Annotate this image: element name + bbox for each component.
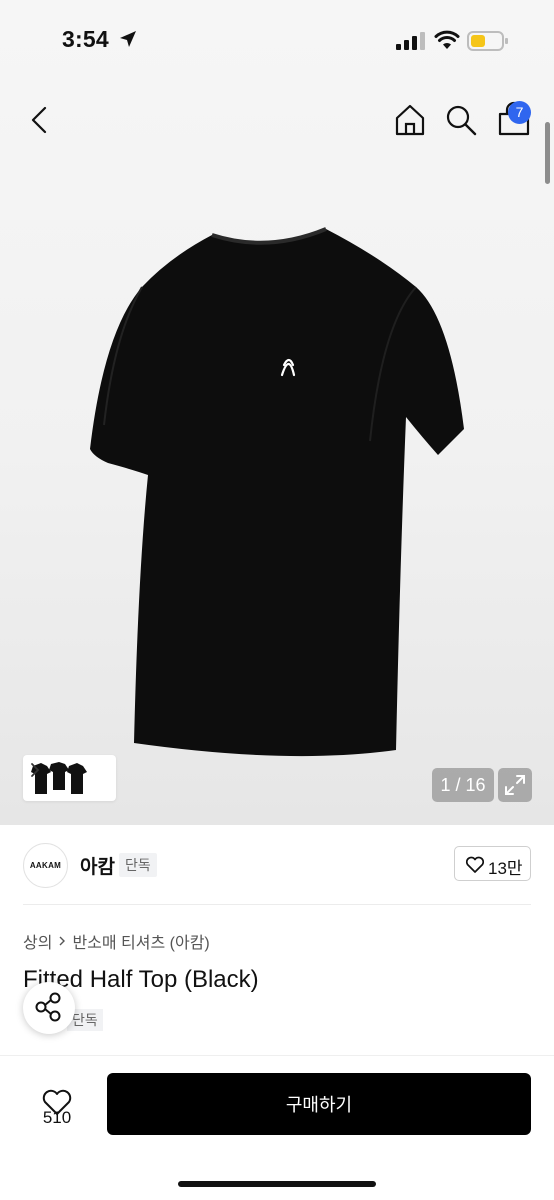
brand-name[interactable]: 아캄 [80, 852, 115, 879]
exclusive-badge: 단독 [119, 853, 157, 877]
divider [23, 904, 531, 905]
breadcrumb: 상의 반소매 티셔츠 (아캄) [23, 929, 210, 953]
home-indicator [178, 1181, 376, 1187]
breadcrumb-item[interactable]: 반소매 티셔츠 (아캄) [72, 929, 209, 953]
chevron-left-icon [31, 106, 47, 134]
expand-image-button[interactable] [498, 768, 532, 802]
back-button[interactable] [24, 102, 56, 138]
wishlist-count: 510 [42, 1108, 72, 1127]
scroll-indicator[interactable] [545, 122, 550, 184]
location-arrow-icon [120, 31, 136, 47]
share-icon [35, 992, 61, 1022]
status-time: 3:54 [62, 26, 109, 52]
product-image[interactable] [70, 205, 490, 780]
search-button[interactable] [443, 102, 479, 138]
brand-logo[interactable]: AAKAM [23, 843, 68, 888]
home-button[interactable] [392, 102, 428, 138]
buy-button[interactable]: 구매하기 [107, 1073, 531, 1135]
search-icon [446, 105, 477, 136]
chevron-right-icon [59, 936, 66, 946]
brand-like-button[interactable]: 13만 [454, 846, 531, 881]
status-bar: 3:54 [0, 0, 554, 80]
thumbnail-strip[interactable] [23, 755, 116, 801]
heart-icon [465, 856, 485, 873]
battery-icon [467, 31, 508, 51]
brand-like-count: 13만 [488, 859, 523, 878]
share-button[interactable] [23, 982, 75, 1034]
home-icon [395, 104, 425, 136]
image-counter: 1 / 16 [432, 768, 494, 802]
wifi-icon [434, 30, 460, 49]
chevron-right-icon [31, 763, 40, 777]
cellular-signal-icon [396, 32, 425, 50]
breadcrumb-item[interactable]: 상의 [23, 929, 52, 953]
cart-count-badge: 7 [508, 101, 531, 124]
expand-icon [505, 775, 525, 795]
